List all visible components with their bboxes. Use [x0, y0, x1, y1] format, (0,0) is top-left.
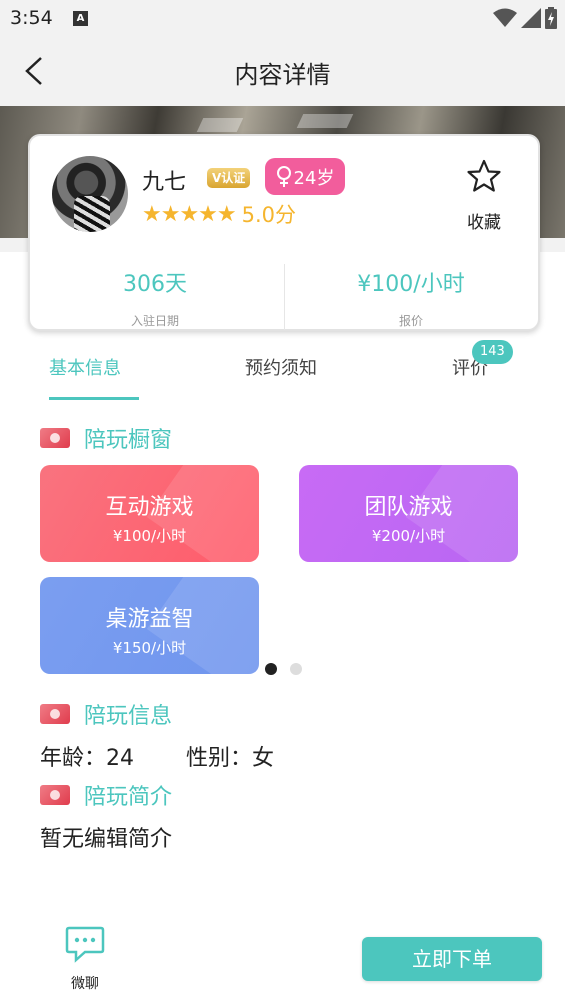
price-value: ¥100/小时 [357, 272, 465, 297]
info-line: 年龄：24 性别：女 [40, 740, 274, 772]
header: 内容详情 [0, 36, 565, 106]
reviews-count-badge: 143 [472, 340, 513, 364]
battery-icon [545, 7, 557, 29]
chat-bubble-icon [65, 926, 105, 963]
showcase-title: 陪玩橱窗 [84, 428, 173, 453]
showcase-heading: 陪玩橱窗 [40, 422, 172, 454]
favorite-label: 收藏 [467, 213, 501, 233]
order-button[interactable]: 立即下单 [362, 937, 542, 981]
carousel-dot[interactable] [290, 663, 302, 675]
nickname: 九七 [142, 170, 187, 195]
chat-button[interactable]: 微聊 [62, 925, 108, 993]
rating-stars: ★★★★★ 5.0分 [142, 199, 296, 229]
service-name: 桌游益智 [105, 607, 194, 632]
signal-icon [521, 8, 541, 28]
age-text: 年龄：24 [40, 746, 134, 771]
star-icons: ★★★★★ [142, 201, 237, 227]
verified-badge: V认证 [207, 168, 251, 188]
tab-booking-notes[interactable]: 预约须知 [245, 354, 317, 380]
age-label: 24岁 [293, 167, 335, 189]
service-card[interactable]: 互动游戏 ¥100/小时 [40, 465, 259, 562]
card-divider [284, 264, 285, 330]
chat-label: 微聊 [71, 976, 99, 992]
status-icons [493, 6, 557, 30]
service-card[interactable]: 团队游戏 ¥200/小时 [299, 465, 518, 562]
gender-text: 性别：女 [186, 746, 275, 771]
stat-days: 306天 入驻日期 [30, 266, 280, 329]
info-title: 陪玩信息 [84, 704, 173, 729]
days-value: 306天 [123, 272, 187, 297]
service-name: 团队游戏 [364, 495, 453, 520]
tab-bar: 基本信息 预约须知 评价 143 [0, 340, 565, 402]
info-heading: 陪玩信息 [40, 698, 172, 730]
avatar [52, 156, 128, 232]
wifi-icon [493, 8, 517, 27]
status-time: 3:54 [10, 7, 53, 29]
ticket-icon [40, 428, 70, 448]
status-bar: 3:54 A [0, 0, 565, 36]
tab-underline [49, 397, 139, 400]
female-icon [276, 165, 291, 187]
star-outline-icon [467, 159, 501, 192]
notification-a-icon: A [73, 11, 88, 26]
service-price: ¥150/小时 [112, 639, 187, 657]
price-label: 报价 [398, 314, 423, 328]
favorite-button[interactable]: 收藏 [458, 158, 510, 233]
intro-heading: 陪玩简介 [40, 779, 172, 811]
profile-card: 九七 V认证 24岁 ★★★★★ 5.0分 收藏 306天 入驻日期 ¥100/… [28, 134, 540, 331]
service-name: 互动游戏 [105, 495, 194, 520]
age-badge: 24岁 [265, 158, 345, 195]
service-card[interactable]: 桌游益智 ¥150/小时 [40, 577, 259, 674]
rating-score: 5.0分 [241, 203, 297, 227]
service-price: ¥100/小时 [112, 527, 187, 545]
service-price: ¥200/小时 [371, 527, 446, 545]
intro-text: 暂无编辑简介 [40, 827, 173, 852]
page-title: 内容详情 [234, 61, 331, 89]
tab-basic-info[interactable]: 基本信息 [49, 354, 121, 380]
carousel-dot-active[interactable] [265, 663, 277, 675]
stat-price: ¥100/小时 报价 [286, 266, 536, 329]
intro-title: 陪玩简介 [84, 785, 173, 810]
ticket-icon [40, 704, 70, 724]
ticket-icon [40, 785, 70, 805]
days-label: 入驻日期 [130, 314, 179, 328]
